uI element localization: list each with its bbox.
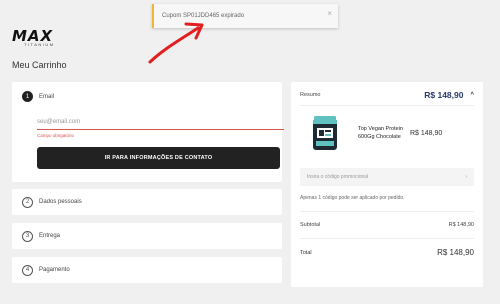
close-icon[interactable]: × — [327, 9, 332, 18]
step-label-payment: Pagamento — [39, 267, 70, 273]
total-row: Total R$ 148,90 — [300, 248, 474, 257]
page-title: Meu Carrinho — [12, 60, 67, 70]
step-label-email: Email — [39, 93, 55, 100]
logo-subtext: TITANIUM — [24, 42, 55, 47]
subtotal-value: R$ 148,90 — [448, 222, 474, 228]
step-number-2: 2 — [22, 196, 33, 208]
email-field[interactable]: seu@email.com — [37, 114, 284, 130]
product-name[interactable]: Top Vegan Protein 600Gg Chocolate — [358, 125, 404, 141]
chevron-up-icon[interactable]: ^ — [470, 92, 474, 98]
annotation-arrow-icon — [148, 22, 204, 64]
summary-title: Resumo — [300, 92, 321, 98]
promo-placeholder: Insira o código promocional — [307, 174, 369, 180]
summary-total-top: R$ 148,90 ^ — [424, 90, 474, 100]
subtotal-row: Subtotal R$ 148,90 — [300, 222, 474, 239]
promo-code-input[interactable]: Insira o código promocional › — [300, 168, 474, 186]
contact-info-button[interactable]: IR PARA INFORMAÇÕES DE CONTATO — [37, 147, 280, 169]
product-price: R$ 148,90 — [410, 129, 443, 137]
summary-total-value: R$ 148,90 — [424, 90, 464, 100]
subtotal-label: Subtotal — [300, 222, 321, 228]
email-error-text: Campo obrigatório — [37, 133, 75, 138]
step-number-3: 3 — [22, 230, 33, 242]
promo-note: Apenas 1 código pode ser aplicado por pe… — [300, 195, 474, 212]
product-image — [313, 116, 337, 150]
cart-product: Top Vegan Protein 600Gg Chocolate R$ 148… — [300, 114, 474, 152]
chevron-right-icon[interactable]: › — [465, 174, 467, 180]
step-label-personal-data: Dados pessoais — [39, 199, 82, 205]
step-personal-data[interactable]: 2 Dados pessoais — [12, 189, 282, 215]
step-payment[interactable]: 4 Pagamento — [12, 257, 282, 283]
step-delivery[interactable]: 3 Entrega — [12, 223, 282, 249]
email-step-card: 1 Email seu@email.com Campo obrigatório … — [12, 82, 284, 182]
logo-text: MAX — [12, 27, 54, 45]
step-label-delivery: Entrega — [39, 233, 61, 239]
total-value: R$ 148,90 — [437, 248, 474, 257]
summary-header[interactable]: Resumo R$ 148,90 ^ — [300, 90, 474, 106]
order-summary: Resumo R$ 148,90 ^ Top Vegan Protein 600… — [291, 82, 483, 287]
step-number-4: 4 — [22, 264, 33, 276]
total-label: Total — [300, 249, 312, 256]
step-number-1: 1 — [22, 91, 33, 102]
brand-logo[interactable]: MAX TITANIUM — [12, 27, 68, 48]
